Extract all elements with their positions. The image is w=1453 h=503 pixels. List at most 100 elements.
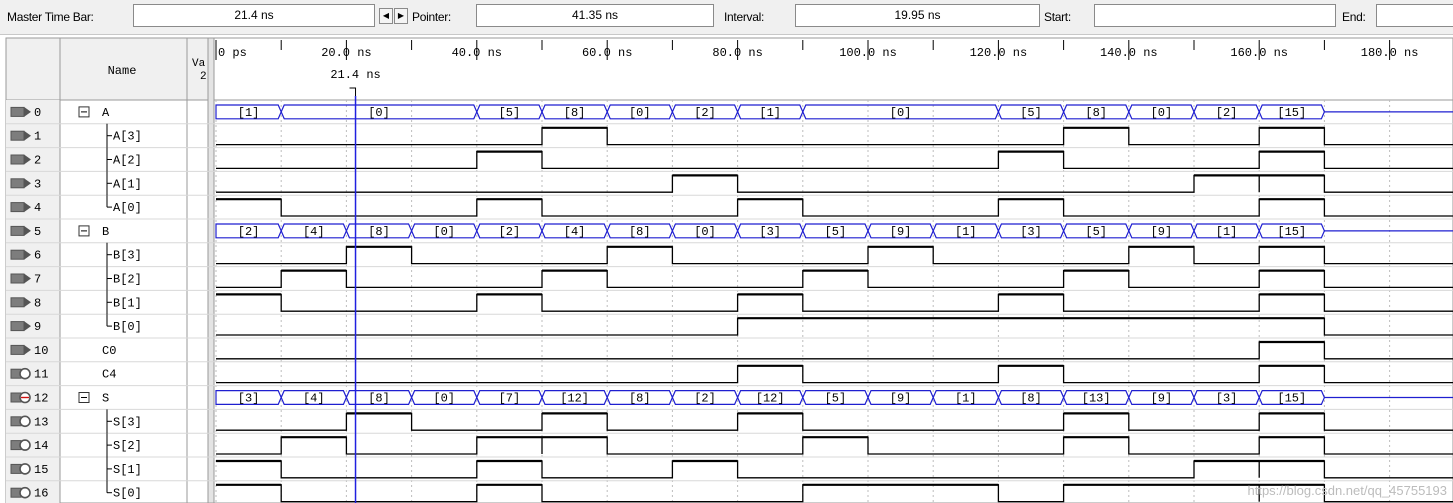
signal-name[interactable]: B[3] bbox=[113, 249, 142, 263]
bus-value: [15] bbox=[1277, 392, 1306, 406]
time-tick-label: 160.0 ns bbox=[1230, 46, 1288, 60]
bus-value: [3] bbox=[238, 392, 260, 406]
bus-value: [0] bbox=[629, 106, 651, 120]
signal-name[interactable]: S[3] bbox=[113, 415, 142, 429]
signal-name[interactable]: A[3] bbox=[113, 130, 142, 144]
time-tick-label: 40.0 ns bbox=[452, 46, 502, 60]
bus-value: [15] bbox=[1277, 225, 1306, 239]
signal-name[interactable]: B[1] bbox=[113, 296, 142, 310]
bus-value: [0] bbox=[433, 225, 455, 239]
signal-index: 14 bbox=[34, 439, 48, 453]
signal-name[interactable]: B[0] bbox=[113, 320, 142, 334]
bus-value: [0] bbox=[1151, 106, 1173, 120]
signal-index: 0 bbox=[34, 106, 41, 120]
bus-value: [3] bbox=[759, 225, 781, 239]
bus-value: [0] bbox=[694, 225, 716, 239]
input-pin-icon bbox=[10, 297, 25, 308]
output-pin-icon bbox=[19, 463, 31, 475]
signal-name[interactable]: S[2] bbox=[113, 439, 142, 453]
output-pin-icon bbox=[19, 367, 31, 380]
value-column-header-suffix: 2 bbox=[200, 71, 207, 83]
time-tick-label: 60.0 ns bbox=[582, 46, 632, 60]
bus-value: [15] bbox=[1277, 106, 1306, 120]
bus-value: [9] bbox=[1151, 392, 1173, 406]
signal-index: 3 bbox=[34, 177, 41, 191]
signal-name[interactable]: S bbox=[102, 392, 109, 406]
signal-name[interactable]: A bbox=[102, 106, 110, 120]
time-tick-label: 0 ps bbox=[218, 46, 247, 60]
signal-index: 12 bbox=[34, 392, 48, 406]
bus-value: [4] bbox=[303, 392, 325, 406]
signal-index: 1 bbox=[34, 130, 41, 144]
input-pin-icon bbox=[10, 202, 25, 213]
bus-value: [2] bbox=[499, 225, 521, 239]
bus-value: [4] bbox=[303, 225, 325, 239]
signal-name[interactable]: A[0] bbox=[113, 201, 142, 215]
bus-value: [0] bbox=[890, 106, 912, 120]
time-tick-label: 20.0 ns bbox=[321, 46, 371, 60]
name-column-header: Name bbox=[108, 64, 137, 78]
watermark: https://blog.csdn.net/qq_45755193 bbox=[1247, 483, 1448, 498]
waveform-editor[interactable]: Name Va20 ps 20.0 ns 40.0 ns 60.0 ns 80.0 ns 1… bbox=[0, 0, 1453, 503]
output-pin-icon bbox=[19, 439, 31, 451]
bus-value: [1] bbox=[759, 106, 781, 120]
signal-name[interactable]: S[1] bbox=[113, 463, 142, 477]
input-pin-icon bbox=[10, 178, 25, 189]
cursor-time-label: 21.4 ns bbox=[330, 68, 380, 82]
input-pin-icon bbox=[10, 344, 25, 355]
signal-name[interactable]: C0 bbox=[102, 344, 116, 358]
signal-index: 8 bbox=[34, 296, 41, 310]
input-pin-icon bbox=[10, 249, 25, 260]
output-pin-icon bbox=[19, 415, 31, 428]
signal-index: 13 bbox=[34, 415, 48, 429]
bus-value: [5] bbox=[499, 106, 521, 120]
bus-value: [2] bbox=[694, 106, 716, 120]
value-column-header: Va bbox=[192, 58, 206, 70]
bus-value: [5] bbox=[1085, 225, 1107, 239]
bus-value: [8] bbox=[368, 225, 390, 239]
bus-value: [2] bbox=[238, 225, 260, 239]
signal-index: 5 bbox=[34, 225, 41, 239]
signal-name[interactable]: B bbox=[102, 225, 109, 239]
bus-value: [3] bbox=[1020, 225, 1042, 239]
bus-value: [8] bbox=[368, 392, 390, 406]
bus-value: [1] bbox=[955, 225, 977, 239]
time-tick-label: 140.0 ns bbox=[1100, 46, 1158, 60]
bus-value: [2] bbox=[1216, 106, 1238, 120]
input-pin-icon bbox=[10, 154, 25, 165]
signal-index: 2 bbox=[34, 154, 41, 168]
signal-name[interactable]: A[1] bbox=[113, 177, 142, 191]
signal-name[interactable]: C4 bbox=[102, 368, 116, 382]
time-tick-label: 180.0 ns bbox=[1361, 46, 1419, 60]
input-pin-icon bbox=[10, 225, 25, 236]
bus-value: [1] bbox=[1216, 225, 1238, 239]
output-pin-icon bbox=[19, 486, 31, 499]
bus-value: [5] bbox=[1020, 106, 1042, 120]
signal-index: 15 bbox=[34, 463, 48, 477]
bus-value: [5] bbox=[825, 225, 847, 239]
bus-value: [9] bbox=[890, 225, 912, 239]
bus-value: [8] bbox=[629, 392, 651, 406]
bus-value: [3] bbox=[1216, 392, 1238, 406]
bus-value: [8] bbox=[629, 225, 651, 239]
bus-value: [9] bbox=[890, 392, 912, 406]
signal-index: 4 bbox=[34, 201, 41, 215]
bus-value: [2] bbox=[694, 392, 716, 406]
time-tick-label: 100.0 ns bbox=[839, 46, 897, 60]
signal-name[interactable]: B[2] bbox=[113, 273, 142, 287]
input-pin-icon bbox=[10, 106, 25, 117]
bus-value: [1] bbox=[955, 392, 977, 406]
signal-index: 10 bbox=[34, 344, 48, 358]
bus-value: [1] bbox=[238, 106, 260, 120]
bus-value: [4] bbox=[564, 225, 586, 239]
signal-name[interactable]: A[2] bbox=[113, 154, 142, 168]
time-tick-label: 120.0 ns bbox=[970, 46, 1028, 60]
bus-value: [12] bbox=[560, 392, 589, 406]
bus-value: [8] bbox=[1085, 106, 1107, 120]
input-pin-icon bbox=[10, 321, 25, 332]
time-tick-label: 80.0 ns bbox=[712, 46, 762, 60]
signal-index: 11 bbox=[34, 368, 48, 382]
bus-value: [7] bbox=[499, 392, 521, 406]
signal-name[interactable]: S[0] bbox=[113, 487, 142, 501]
bus-value: [5] bbox=[825, 392, 847, 406]
